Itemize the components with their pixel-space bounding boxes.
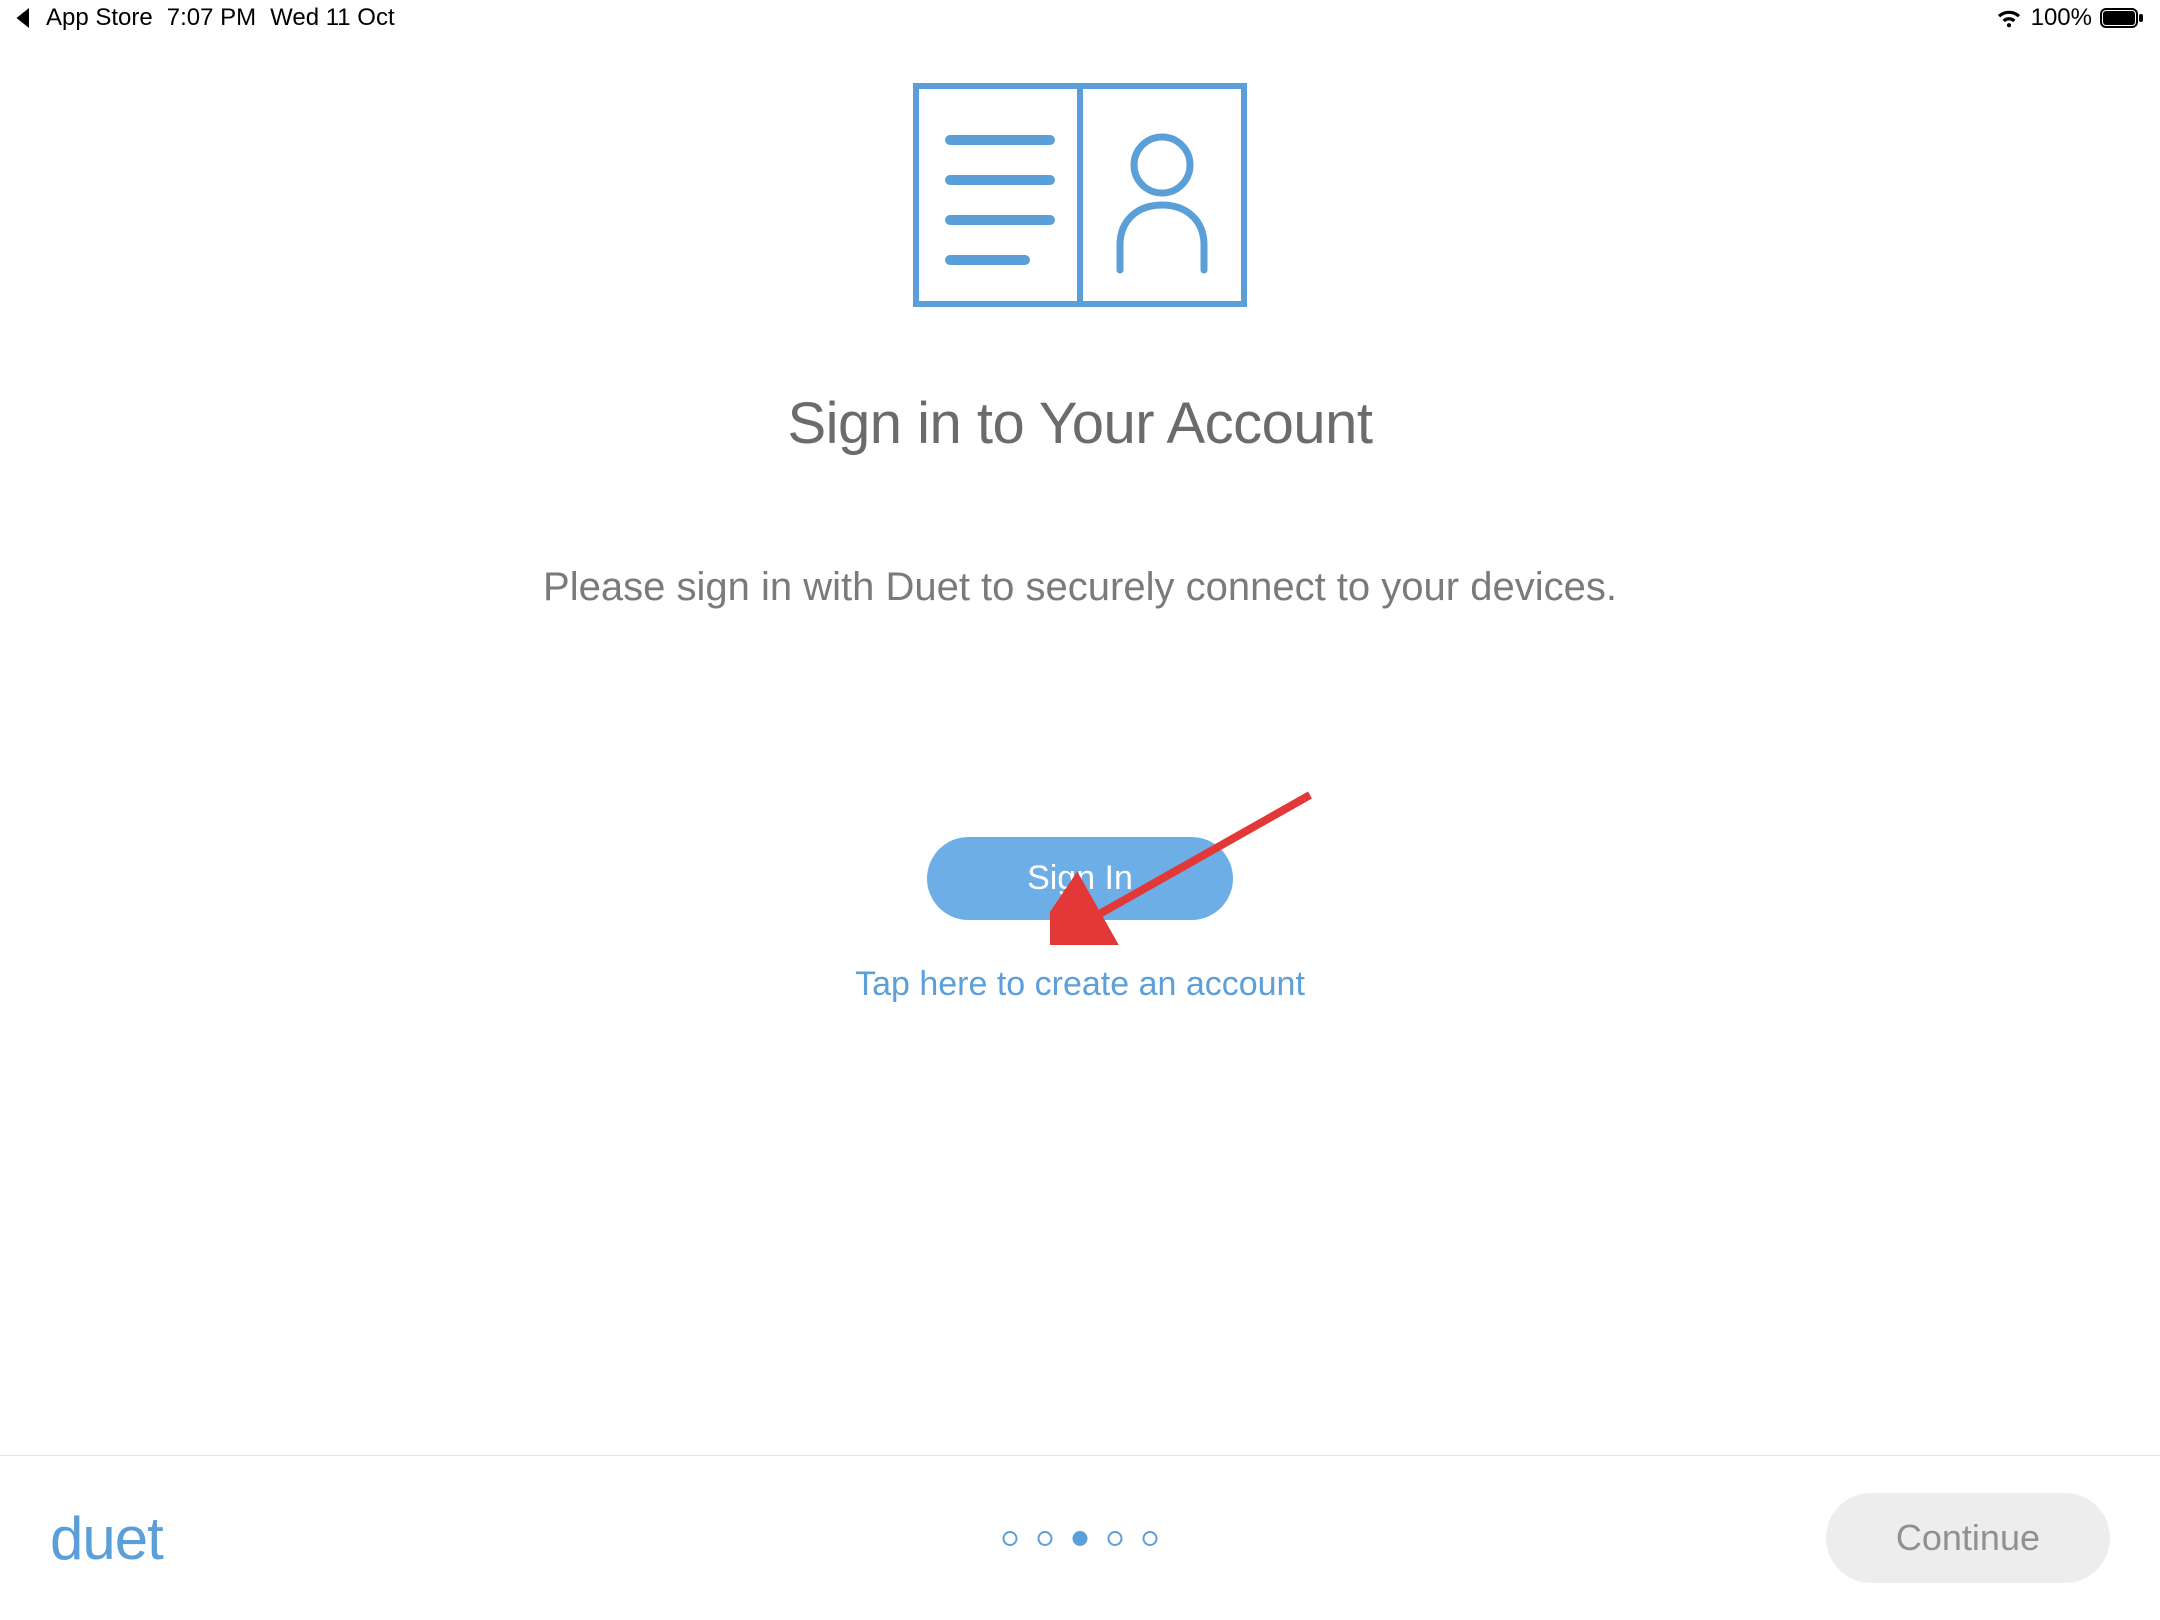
page-dot-3[interactable] [1073,1531,1088,1546]
status-time: 7:07 PM [167,4,256,32]
continue-button[interactable]: Continue [1826,1493,2110,1583]
status-bar-right: 100% [1995,4,2144,32]
status-date: Wed 11 Oct [270,4,395,32]
page-description: Please sign in with Duet to securely con… [543,557,1617,617]
main-content: Sign in to Your Account Please sign in w… [0,60,2160,1450]
status-bar-left: App Store 7:07 PM Wed 11 Oct [16,4,395,32]
battery-percent: 100% [2031,4,2092,32]
page-dot-2[interactable] [1038,1531,1053,1546]
account-book-illustration [910,80,1250,310]
page-title: Sign in to Your Account [787,390,1372,457]
page-indicator [1003,1531,1158,1546]
create-account-link[interactable]: Tap here to create an account [855,965,1305,1004]
back-app-label[interactable]: App Store [46,4,153,32]
battery-icon [2100,8,2144,28]
sign-in-button[interactable]: Sign In [927,837,1233,920]
page-dot-5[interactable] [1143,1531,1158,1546]
status-bar: App Store 7:07 PM Wed 11 Oct 100% [0,0,2160,36]
page-dot-1[interactable] [1003,1531,1018,1546]
page-dot-4[interactable] [1108,1531,1123,1546]
bottom-bar: duet Continue [0,1455,2160,1620]
back-chevron-icon[interactable] [16,8,32,28]
app-logo: duet [50,1504,163,1573]
wifi-icon [1995,7,2023,29]
